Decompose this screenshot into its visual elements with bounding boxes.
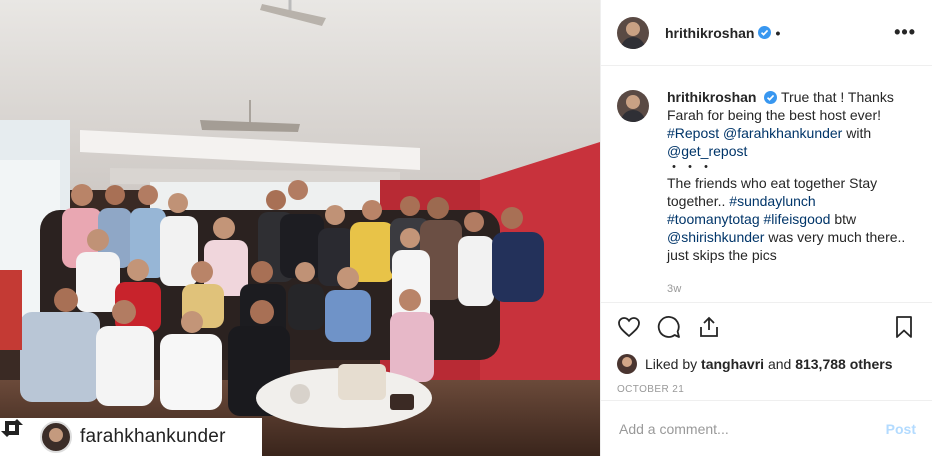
hashtag-repost[interactable]: #Repost [667, 125, 719, 141]
caption-with: with [846, 125, 872, 141]
repost-username: farahkhankunder [80, 426, 226, 447]
heart-icon[interactable] [617, 315, 641, 339]
post-photo[interactable]: farahkhankunder [0, 0, 600, 456]
comments-area: hrithikroshan True that ! Thanks Farah f… [601, 66, 932, 302]
likes-count[interactable]: 813,788 others [795, 356, 892, 372]
author-avatar[interactable] [617, 16, 649, 49]
post-side-panel: hrithikroshan • ••• hrithikroshan True t… [600, 0, 932, 456]
mention-shirishkunder[interactable]: @shirishkunder [667, 229, 764, 245]
liker-username[interactable]: tanghavri [701, 356, 764, 372]
post-actions [601, 302, 932, 350]
author-username[interactable]: hrithikroshan [665, 25, 754, 41]
header-separator: • [775, 24, 781, 41]
caption-btw: btw [834, 211, 857, 227]
likes-and: and [767, 356, 792, 372]
verified-badge-icon [758, 26, 772, 39]
caption-dots: ・・・ [667, 159, 715, 175]
bookmark-icon[interactable] [892, 315, 916, 339]
group-photo-illustration [0, 0, 600, 456]
post-caption: hrithikroshan True that ! Thanks Farah f… [667, 88, 907, 302]
likes-prefix: Liked by [645, 356, 698, 372]
mention-farahkhankunder[interactable]: @farahkhankunder [723, 125, 842, 141]
liker-avatar[interactable] [617, 354, 637, 374]
instagram-post: farahkhankunder hrithikroshan • ••• hrit… [0, 0, 932, 456]
comment-input[interactable] [617, 419, 886, 438]
caption-username[interactable]: hrithikroshan [667, 89, 756, 105]
caption-avatar[interactable] [617, 90, 649, 122]
repost-icon [1, 419, 34, 448]
comment-icon[interactable] [657, 315, 681, 339]
more-options-icon[interactable]: ••• [894, 22, 916, 43]
post-comment-button[interactable]: Post [886, 421, 916, 437]
mention-get-repost[interactable]: @get_repost [667, 143, 747, 159]
hashtag-toomanytotag[interactable]: #toomanytotag [667, 211, 760, 227]
verified-badge-icon [764, 91, 778, 104]
repost-avatar [40, 421, 72, 453]
hashtag-lifeisgood[interactable]: #lifeisgood [764, 211, 831, 227]
post-header: hrithikroshan • ••• [601, 0, 932, 66]
repost-credit-bar: farahkhankunder [0, 418, 262, 456]
caption-timestamp[interactable]: 3w [667, 280, 907, 298]
add-comment-bar: Post [601, 400, 932, 456]
hashtag-sundaylunch[interactable]: #sundaylunch [729, 193, 815, 209]
share-icon[interactable] [697, 315, 721, 339]
post-date[interactable]: OCTOBER 21 [601, 378, 932, 400]
likes-summary: Liked by tanghavri and 813,788 others [601, 350, 932, 378]
